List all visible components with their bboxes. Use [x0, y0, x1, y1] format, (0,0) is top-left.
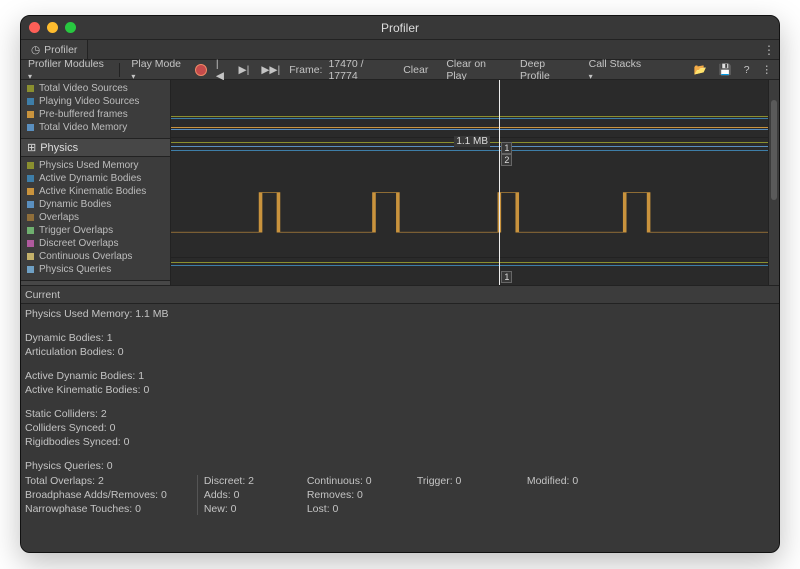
- legend-item[interactable]: Active Dynamic Bodies: [27, 172, 164, 185]
- physics-icon: ⊞: [27, 141, 36, 154]
- legend-item[interactable]: Playing Video Sources: [27, 95, 164, 108]
- toolbar: Profiler Modules Play Mode |◀ ▶| ▶▶| Fra…: [21, 60, 779, 80]
- legend-item[interactable]: Dynamic Bodies: [27, 198, 164, 211]
- next-frame-icon[interactable]: ▶|: [236, 64, 253, 76]
- cell: Broadphase Adds/Removes: 0: [25, 489, 167, 501]
- swatch-icon: [27, 266, 34, 273]
- legend-item[interactable]: Pre-buffered frames: [27, 108, 164, 121]
- titlebar: Profiler: [21, 16, 779, 40]
- swatch-icon: [27, 214, 34, 221]
- stat-rs: Rigidbodies Synced: 0: [25, 435, 775, 449]
- record-button[interactable]: [195, 64, 207, 76]
- prev-frame-icon[interactable]: |◀: [213, 58, 230, 82]
- legend-label: Overlaps: [39, 211, 79, 224]
- swatch-icon: [27, 162, 34, 169]
- legend-item[interactable]: Overlaps: [27, 211, 164, 224]
- swatch-icon: [27, 188, 34, 195]
- legend-item[interactable]: Discreet Overlaps: [27, 237, 164, 250]
- legend-item[interactable]: Physics Used Memory: [27, 159, 164, 172]
- cell: Discreet: 2: [204, 475, 277, 487]
- memory-annotation: 1.1 MB: [454, 136, 490, 147]
- swatch-icon: [27, 124, 34, 131]
- swatch-icon: [27, 85, 34, 92]
- cell: New: 0: [204, 503, 277, 515]
- frame-counter: 17470 / 17774: [328, 58, 394, 82]
- profiler-modules-dropdown[interactable]: Profiler Modules: [25, 58, 111, 82]
- swatch-icon: [27, 240, 34, 247]
- cell: Lost: 0: [307, 503, 387, 515]
- legend-item[interactable]: Total Video Sources: [27, 82, 164, 95]
- stat-akb: Active Kinematic Bodies: 0: [25, 383, 775, 397]
- legend-label: Playing Video Sources: [39, 95, 139, 108]
- legend-item[interactable]: Active Kinematic Bodies: [27, 185, 164, 198]
- load-icon[interactable]: 📂: [691, 63, 710, 76]
- legend-label: Discreet Overlaps: [39, 237, 118, 250]
- stat-dyn: Dynamic Bodies: 1: [25, 331, 775, 345]
- cell: Trigger: 0: [417, 475, 497, 487]
- legend-label: Trigger Overlaps: [39, 224, 113, 237]
- save-icon[interactable]: 💾: [716, 63, 735, 76]
- view-dropdown[interactable]: Current: [25, 289, 60, 301]
- legend-label: Continuous Overlaps: [39, 250, 132, 263]
- cell: Removes: 0: [307, 489, 387, 501]
- legend-label: Dynamic Bodies: [39, 198, 111, 211]
- chart-column[interactable]: 1.1 MB 1 2 1: [171, 80, 769, 285]
- legend-label: Physics Queries: [39, 263, 111, 276]
- profiler-icon: ◷: [31, 44, 40, 56]
- details-pane: Current Physics Used Memory: 1.1 MB Dyna…: [21, 285, 779, 552]
- swatch-icon: [27, 227, 34, 234]
- cell: Narrowphase Touches: 0: [25, 503, 167, 515]
- marker-1: 1: [501, 142, 512, 154]
- swatch-icon: [27, 201, 34, 208]
- stat-art: Articulation Bodies: 0: [25, 345, 775, 359]
- marker-2: 2: [501, 154, 512, 166]
- tab-profiler[interactable]: ◷ Profiler: [21, 40, 88, 59]
- legend-label: Physics Used Memory: [39, 159, 138, 172]
- clear-on-play-toggle[interactable]: Clear on Play: [443, 58, 511, 82]
- stat-memory: Physics Used Memory: 1.1 MB: [25, 307, 775, 321]
- tab-label: Profiler: [44, 44, 77, 56]
- legend-label: Total Video Sources: [39, 82, 128, 95]
- play-mode-dropdown[interactable]: Play Mode: [128, 58, 189, 82]
- stat-adb: Active Dynamic Bodies: 1: [25, 369, 775, 383]
- cell: Total Overlaps: 2: [25, 475, 167, 487]
- legend-item[interactable]: Trigger Overlaps: [27, 224, 164, 237]
- frame-label: Frame:: [289, 64, 322, 76]
- swatch-icon: [27, 175, 34, 182]
- legend-label: Pre-buffered frames: [39, 108, 128, 121]
- deep-profile-toggle[interactable]: Deep Profile: [517, 58, 580, 82]
- graphs-area: Total Video SourcesPlaying Video Sources…: [21, 80, 779, 285]
- cell: Adds: 0: [204, 489, 277, 501]
- clear-button[interactable]: Clear: [400, 64, 431, 76]
- legend-label: Active Dynamic Bodies: [39, 172, 141, 185]
- profiler-window: Profiler ◷ Profiler ⋮ Profiler Modules P…: [20, 15, 780, 553]
- swatch-icon: [27, 98, 34, 105]
- last-frame-icon[interactable]: ▶▶|: [258, 64, 283, 76]
- legend-item[interactable]: Continuous Overlaps: [27, 250, 164, 263]
- tab-options-icon[interactable]: ⋮: [763, 43, 775, 57]
- cell: Continuous: 0: [307, 475, 387, 487]
- cell: Modified: 0: [527, 475, 607, 487]
- marker-3: 1: [501, 271, 512, 283]
- legend-label: Active Kinematic Bodies: [39, 185, 146, 198]
- window-title: Profiler: [21, 21, 779, 35]
- stat-cs: Colliders Synced: 0: [25, 421, 775, 435]
- playhead[interactable]: 1.1 MB 1 2 1: [499, 80, 500, 285]
- swatch-icon: [27, 253, 34, 260]
- options-icon[interactable]: ⋮: [759, 64, 776, 76]
- overlaps-table: Total Overlaps: 2 Broadphase Adds/Remove…: [25, 475, 775, 515]
- legend-column: Total Video SourcesPlaying Video Sources…: [21, 80, 171, 285]
- stat-pq: Physics Queries: 0: [25, 459, 775, 473]
- module-title: Physics: [40, 142, 78, 154]
- swatch-icon: [27, 111, 34, 118]
- legend-label: Total Video Memory: [39, 121, 127, 134]
- module-header-physics[interactable]: ⊞ Physics: [21, 138, 170, 157]
- help-icon[interactable]: ?: [741, 64, 753, 76]
- scrollbar[interactable]: [769, 80, 779, 285]
- legend-item[interactable]: Physics Queries: [27, 263, 164, 276]
- legend-item[interactable]: Total Video Memory: [27, 121, 164, 134]
- call-stacks-dropdown[interactable]: Call Stacks: [586, 58, 650, 82]
- stat-sc: Static Colliders: 2: [25, 407, 775, 421]
